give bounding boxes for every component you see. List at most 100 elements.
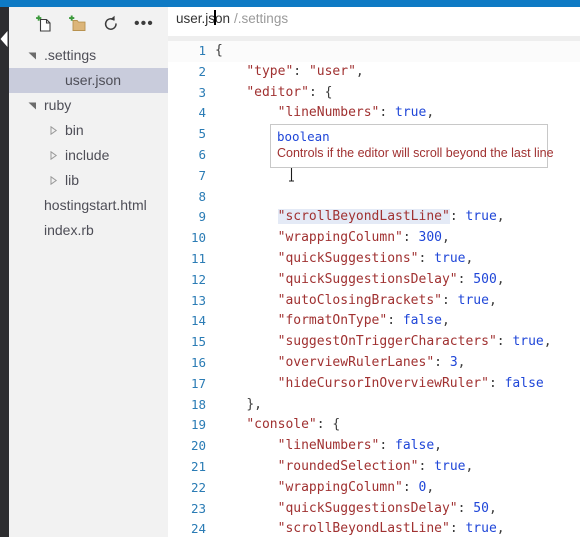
code-line[interactable]: 2 "type": "user", <box>168 62 580 83</box>
code-token-key: "quickSuggestions" <box>277 250 419 266</box>
code-token-punc: , <box>496 271 505 287</box>
code-token-key: "quickSuggestionsDelay" <box>277 271 458 287</box>
file-tree: .settings user.json ruby bin include lib hosti… <box>9 40 168 243</box>
line-number: 14 <box>190 313 206 329</box>
code-line[interactable]: 9 "scrollBeyondLastLine": true, <box>168 207 580 228</box>
code-token-punc: , <box>355 63 364 79</box>
hover-tooltip: boolean Controls if the editor will scro… <box>270 124 554 168</box>
code-token-punc: , <box>543 334 552 350</box>
code-token-punc: : <box>293 63 309 79</box>
line-number: 18 <box>190 396 206 412</box>
code-line-text: "quickSuggestions": true, <box>215 249 474 270</box>
code-token-punc: , <box>488 292 497 308</box>
tree-item-lib[interactable]: lib <box>9 168 168 193</box>
tree-item-include[interactable]: include <box>9 143 168 168</box>
code-line[interactable]: 18 }, <box>168 395 580 416</box>
chevron-left-icon[interactable] <box>0 30 9 48</box>
code-line[interactable]: 3 "editor": { <box>168 83 580 104</box>
code-token-key: "formatOnType" <box>277 313 388 329</box>
code-token-punc: : <box>402 479 419 495</box>
code-line-text: "lineNumbers": true, <box>215 103 435 124</box>
code-line[interactable]: 20 "lineNumbers": false, <box>168 436 580 457</box>
ellipsis-icon[interactable]: ••• <box>131 13 155 35</box>
code-token-punc: : <box>379 105 396 121</box>
code-line[interactable]: 22 "wrappingColumn": 0, <box>168 478 580 499</box>
refresh-button[interactable] <box>99 13 123 35</box>
chevron-down-icon[interactable] <box>25 93 39 118</box>
code-token-num: 300 <box>418 230 442 246</box>
code-line[interactable]: 23 "quickSuggestionsDelay": 50, <box>168 499 580 520</box>
tree-item-label: user.json <box>65 72 122 88</box>
code-token-bool: true <box>395 105 427 121</box>
code-token-punc: , <box>426 479 435 495</box>
code-line-text: "wrappingColumn": 0, <box>215 478 435 499</box>
line-number: 8 <box>198 188 206 204</box>
tree-item-hostingstart-html[interactable]: hostingstart.html <box>9 193 168 218</box>
code-token-punc: , <box>434 438 442 454</box>
code-token-punc: , <box>442 230 450 246</box>
code-token-punc: : <box>449 209 466 225</box>
line-number: 7 <box>198 167 206 183</box>
code-token-punc: , <box>457 354 466 370</box>
editor-filename[interactable]: user.json <box>176 11 230 26</box>
tree-item-label: index.rb <box>44 222 94 238</box>
editor-filepath: /.settings <box>234 11 289 26</box>
code-line[interactable]: 17 "hideCursorInOverviewRuler": false <box>168 374 580 395</box>
code-token-bool: true <box>434 458 466 474</box>
code-token-key: "roundedSelection" <box>277 458 419 474</box>
code-token-key: "hideCursorInOverviewRuler" <box>277 375 489 391</box>
tree-item-bin[interactable]: bin <box>9 118 168 143</box>
new-folder-button[interactable] <box>65 13 89 35</box>
code-token-punc: , <box>442 313 450 329</box>
code-token-punc: , <box>426 105 435 121</box>
chevron-right-icon[interactable] <box>46 143 60 168</box>
code-token-key: "overviewRulerLanes" <box>277 354 435 370</box>
code-line[interactable]: 1{ <box>168 41 580 62</box>
tree-item-label: ruby <box>44 97 72 113</box>
code-line[interactable]: 16 "overviewRulerLanes": 3, <box>168 353 580 374</box>
code-line[interactable]: 19 "console": { <box>168 415 580 436</box>
chevron-down-icon[interactable] <box>25 43 39 68</box>
code-line[interactable]: 14 "formatOnType": false, <box>168 311 580 332</box>
line-number: 24 <box>190 521 206 537</box>
code-line-text: "overviewRulerLanes": 3, <box>215 353 466 374</box>
code-line[interactable]: 13 "autoClosingBrackets": true, <box>168 291 580 312</box>
chevron-right-icon[interactable] <box>46 118 60 143</box>
code-token-bool: true <box>465 521 497 537</box>
explorer-toolbar: ••• <box>9 7 168 40</box>
code-line-text: "scrollBeyondLastLine": true, <box>215 519 505 537</box>
code-line[interactable]: 15 "suggestOnTriggerCharacters": true, <box>168 332 580 353</box>
chevron-right-icon[interactable] <box>46 168 60 193</box>
code-line[interactable]: 10 "wrappingColumn": 300, <box>168 228 580 249</box>
code-token-key: "type" <box>246 63 294 79</box>
new-file-button[interactable] <box>31 13 55 35</box>
code-line[interactable]: 12 "quickSuggestionsDelay": 500, <box>168 270 580 291</box>
tree-item-user-json[interactable]: user.json <box>9 68 168 93</box>
tree-item--settings[interactable]: .settings <box>9 43 168 68</box>
code-content[interactable]: 1{2 "type": "user", 3 "editor": {4 "lineN… <box>168 41 580 537</box>
tree-item-index-rb[interactable]: index.rb <box>9 218 168 243</box>
code-token-str: "user" <box>308 63 356 79</box>
code-token-num: 500 <box>473 271 497 287</box>
code-line-text: "scrollBeyondLastLine": true, <box>215 207 505 228</box>
line-number: 12 <box>190 271 206 287</box>
line-number: 1 <box>198 43 206 58</box>
file-explorer-sidebar: ••• .settings user.json ruby bin include lib h… <box>9 7 168 537</box>
tree-item-label: bin <box>65 122 84 138</box>
code-line[interactable]: 21 "roundedSelection": true, <box>168 457 580 478</box>
tree-item-ruby[interactable]: ruby <box>9 93 168 118</box>
code-line[interactable]: 7 <box>168 166 580 187</box>
line-number: 11 <box>190 250 206 266</box>
line-number: 6 <box>198 146 206 162</box>
code-token-bool: true <box>512 334 544 350</box>
title-accent-bar <box>0 0 580 7</box>
code-line-text: "console": { <box>215 415 340 436</box>
line-number: 17 <box>190 375 206 391</box>
code-line[interactable]: 24 "scrollBeyondLastLine": true, <box>168 519 580 537</box>
code-line[interactable]: 8 <box>168 187 580 208</box>
code-line-text: "suggestOnTriggerCharacters": true, <box>215 332 552 353</box>
tooltip-type-label: boolean <box>277 129 330 144</box>
code-line[interactable]: 11 "quickSuggestions": true, <box>168 249 580 270</box>
code-token-punc: : <box>488 375 505 391</box>
code-line[interactable]: 4 "lineNumbers": true, <box>168 103 580 124</box>
